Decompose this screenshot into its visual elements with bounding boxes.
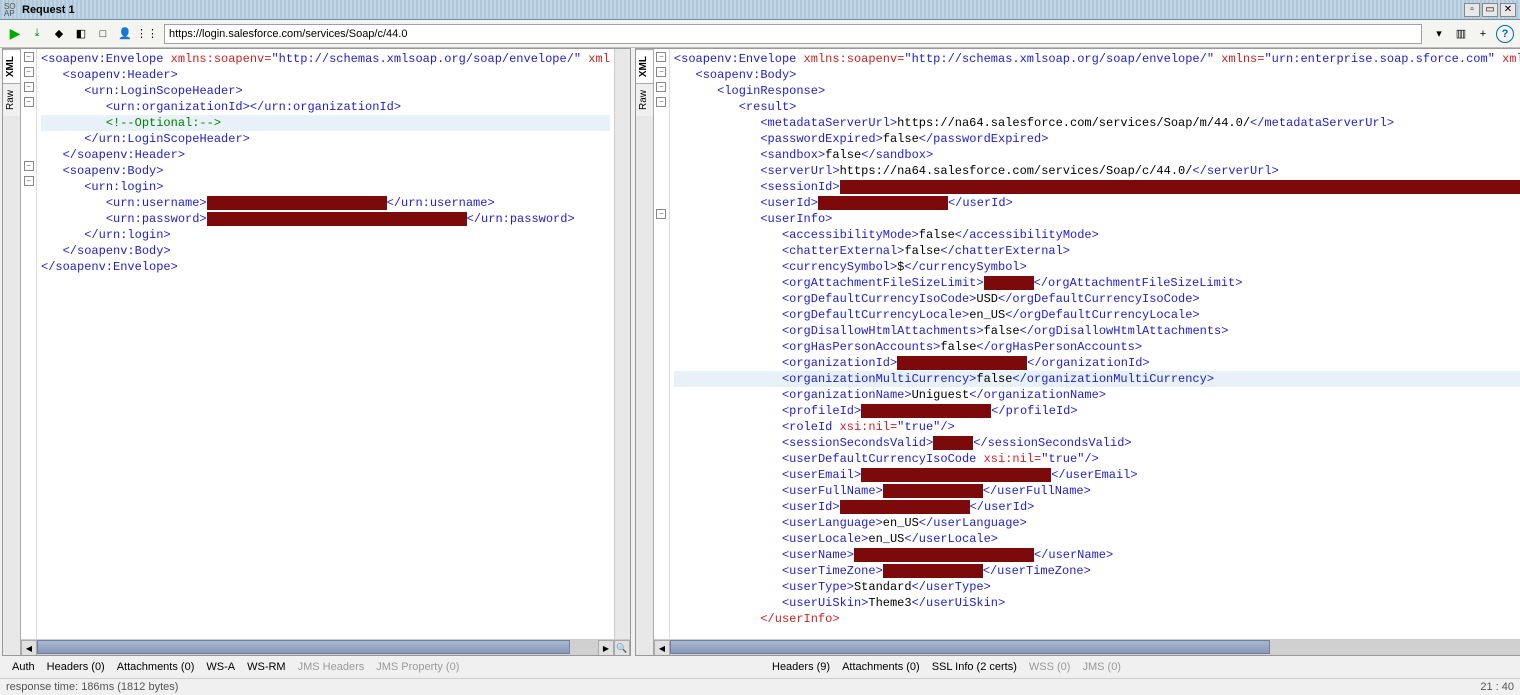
- tab-jms-headers[interactable]: JMS Headers: [298, 661, 365, 673]
- tab-ws-rm[interactable]: WS-RM: [247, 661, 286, 673]
- response-pane: XML Raw −−−−− <soapenv:Envelope xmlns:so…: [635, 48, 1520, 656]
- scroll-left-icon[interactable]: ◀: [654, 640, 670, 655]
- user-icon[interactable]: 👤: [116, 25, 134, 43]
- fold-gutter: −−−−−−: [21, 49, 37, 639]
- tab-jms----[interactable]: JMS (0): [1082, 661, 1121, 673]
- tool-icon-2[interactable]: ◧: [72, 25, 90, 43]
- tab-attachments----[interactable]: Attachments (0): [842, 661, 920, 673]
- status-bar: response time: 186ms (1812 bytes) 21 : 4…: [0, 678, 1520, 695]
- endpoint-url[interactable]: [164, 24, 1422, 44]
- raw-tab[interactable]: Raw: [3, 83, 20, 116]
- close-icon[interactable]: ✕: [1500, 3, 1516, 17]
- toolbar: ▶ ⤓ ◆ ◧ □ 👤 ⋮⋮ ▾ ▥ + ?: [0, 20, 1520, 48]
- titlebar: SO AP Request 1 ▫ ▭ ✕: [0, 0, 1520, 20]
- request-xml-content[interactable]: <soapenv:Envelope xmlns:soapenv="http://…: [37, 49, 614, 639]
- tool-icon-5[interactable]: ▥: [1452, 25, 1470, 43]
- xml-tab[interactable]: XML: [636, 49, 653, 83]
- raw-tab[interactable]: Raw: [636, 83, 653, 116]
- stop-button[interactable]: ⤓: [28, 25, 46, 43]
- scroll-left-icon[interactable]: ◀: [21, 640, 37, 655]
- response-xml-content[interactable]: <soapenv:Envelope xmlns:soapenv="http://…: [670, 49, 1520, 639]
- add-button[interactable]: +: [1474, 25, 1492, 43]
- run-button[interactable]: ▶: [6, 25, 24, 43]
- tool-icon-3[interactable]: □: [94, 25, 112, 43]
- tool-icon-4[interactable]: ⋮⋮: [138, 25, 156, 43]
- fold-gutter: −−−−−: [654, 49, 670, 639]
- tab-wss----[interactable]: WSS (0): [1029, 661, 1071, 673]
- scroll-right-icon[interactable]: ▶: [598, 640, 614, 655]
- search-icon[interactable]: 🔍: [614, 640, 630, 655]
- scrollbar-v[interactable]: [614, 49, 630, 639]
- help-icon[interactable]: ?: [1496, 25, 1514, 43]
- scrollbar-h[interactable]: [37, 640, 598, 655]
- xml-tab[interactable]: XML: [3, 49, 20, 83]
- tab-jms-property----[interactable]: JMS Property (0): [376, 661, 459, 673]
- tab-headers----[interactable]: Headers (9): [772, 661, 830, 673]
- tool-icon[interactable]: ◆: [50, 25, 68, 43]
- maximize-icon[interactable]: ▭: [1482, 3, 1498, 17]
- tab-headers----[interactable]: Headers (0): [47, 661, 105, 673]
- soap-icon: SO AP: [4, 3, 18, 17]
- dropdown-icon[interactable]: ▾: [1430, 25, 1448, 43]
- scrollbar-h[interactable]: [670, 640, 1520, 655]
- tab-ssl-info----certs-[interactable]: SSL Info (2 certs): [932, 661, 1017, 673]
- request-tabs: Auth Headers (0) Attachments (0) WS-A WS-RM J…: [0, 656, 760, 678]
- tab-auth[interactable]: Auth: [12, 661, 35, 673]
- tab-attachments----[interactable]: Attachments (0): [117, 661, 195, 673]
- response-tabs: Headers (9) Attachments (0) SSL Info (2 ce…: [760, 656, 1520, 678]
- request-pane: XML Raw −−−−−− <soapenv:Envelope xmlns:s…: [2, 48, 631, 656]
- window-title: Request 1: [22, 4, 1464, 16]
- status-cursor-pos: 21 : 40: [1480, 681, 1514, 693]
- tab-ws-a[interactable]: WS-A: [206, 661, 235, 673]
- status-response-time: response time: 186ms (1812 bytes): [6, 681, 178, 693]
- minimize-icon[interactable]: ▫: [1464, 3, 1480, 17]
